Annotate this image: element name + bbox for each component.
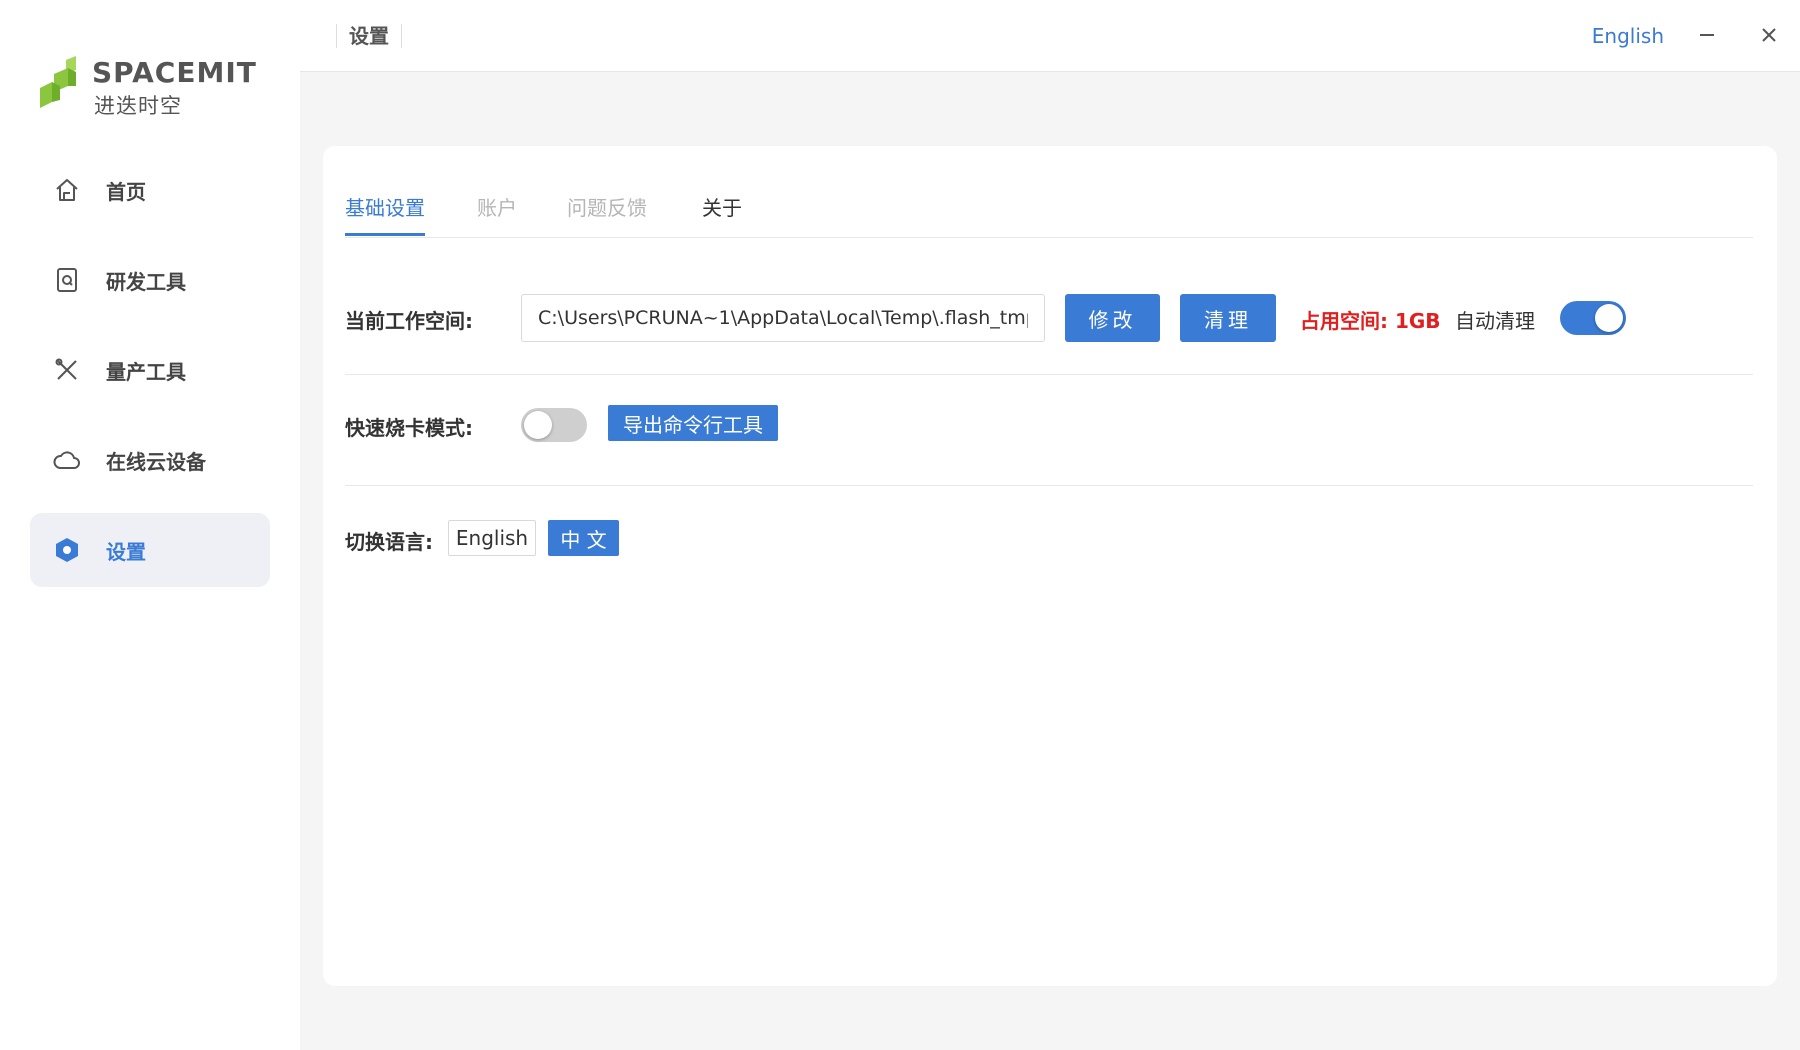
language-chinese-button[interactable]: 中 文 bbox=[548, 520, 619, 556]
export-cli-button[interactable]: 导出命令行工具 bbox=[608, 405, 778, 441]
quick-burn-label: 快速烧卡模式: bbox=[345, 416, 473, 440]
tools-icon bbox=[52, 355, 82, 385]
brand-name-cn: 进迭时空 bbox=[94, 94, 182, 118]
modify-workspace-button[interactable]: 修改 bbox=[1065, 294, 1160, 342]
sidebar-nav: 首页 研发工具 量产工具 在线云设备 设置 bbox=[30, 153, 270, 603]
close-icon bbox=[1762, 28, 1776, 42]
minimize-icon bbox=[1700, 34, 1714, 36]
brand-name-en: SPACEMIT bbox=[92, 56, 257, 89]
tab-basic-settings[interactable]: 基础设置 bbox=[345, 192, 425, 236]
auto-clean-toggle[interactable] bbox=[1560, 301, 1626, 335]
tab-about[interactable]: 关于 bbox=[702, 192, 742, 233]
sidebar-item-home[interactable]: 首页 bbox=[30, 153, 270, 227]
quick-burn-row: 快速烧卡模式: 导出命令行工具 bbox=[345, 405, 1753, 486]
workspace-row: 当前工作空间: 修改 清理 占用空间: 1GB 自动清理 bbox=[345, 294, 1753, 375]
workspace-path-input[interactable] bbox=[521, 294, 1045, 342]
settings-tabs: 基础设置 账户 问题反馈 关于 bbox=[345, 146, 1753, 238]
toggle-knob bbox=[1595, 304, 1623, 332]
workspace-label: 当前工作空间: bbox=[345, 309, 473, 333]
header-language-link[interactable]: English bbox=[1592, 24, 1664, 48]
home-icon bbox=[52, 175, 82, 205]
auto-clean-label: 自动清理 bbox=[1455, 309, 1535, 333]
language-english-button[interactable]: English bbox=[448, 520, 536, 556]
app-header: 设置 English bbox=[300, 0, 1800, 72]
sidebar-item-label: 在线云设备 bbox=[106, 449, 206, 474]
sidebar-item-label: 首页 bbox=[106, 179, 146, 204]
sidebar-item-label: 设置 bbox=[106, 539, 146, 564]
settings-hex-icon bbox=[52, 535, 82, 565]
language-row: 切换语言: English 中 文 bbox=[345, 520, 1753, 570]
minimize-button[interactable] bbox=[1690, 18, 1724, 52]
close-button[interactable] bbox=[1752, 18, 1786, 52]
quick-burn-toggle[interactable] bbox=[521, 408, 587, 442]
page-title: 设置 bbox=[336, 24, 402, 48]
storage-usage-text: 占用空间: 1GB bbox=[1300, 309, 1441, 333]
language-label: 切换语言: bbox=[345, 530, 433, 554]
tab-account[interactable]: 账户 bbox=[477, 192, 517, 233]
dev-tool-icon bbox=[52, 265, 82, 295]
sidebar-item-settings[interactable]: 设置 bbox=[30, 513, 270, 587]
sidebar-item-production-tools[interactable]: 量产工具 bbox=[30, 333, 270, 407]
toggle-knob bbox=[524, 411, 552, 439]
sidebar-item-label: 研发工具 bbox=[106, 269, 186, 294]
brand-logo: SPACEMIT 进迭时空 bbox=[38, 52, 268, 122]
settings-card: 基础设置 账户 问题反馈 关于 当前工作空间: 修改 清理 占用空间: 1GB … bbox=[323, 146, 1777, 986]
clean-workspace-button[interactable]: 清理 bbox=[1180, 294, 1276, 342]
sidebar: SPACEMIT 进迭时空 首页 研发工具 量产工具 在线云设备 设置 bbox=[0, 0, 300, 1050]
spacemit-logo-icon bbox=[40, 56, 76, 108]
cloud-icon bbox=[52, 445, 82, 475]
sidebar-item-cloud-devices[interactable]: 在线云设备 bbox=[30, 423, 270, 497]
sidebar-item-dev-tools[interactable]: 研发工具 bbox=[30, 243, 270, 317]
tab-feedback[interactable]: 问题反馈 bbox=[567, 192, 647, 233]
sidebar-item-label: 量产工具 bbox=[106, 359, 186, 384]
